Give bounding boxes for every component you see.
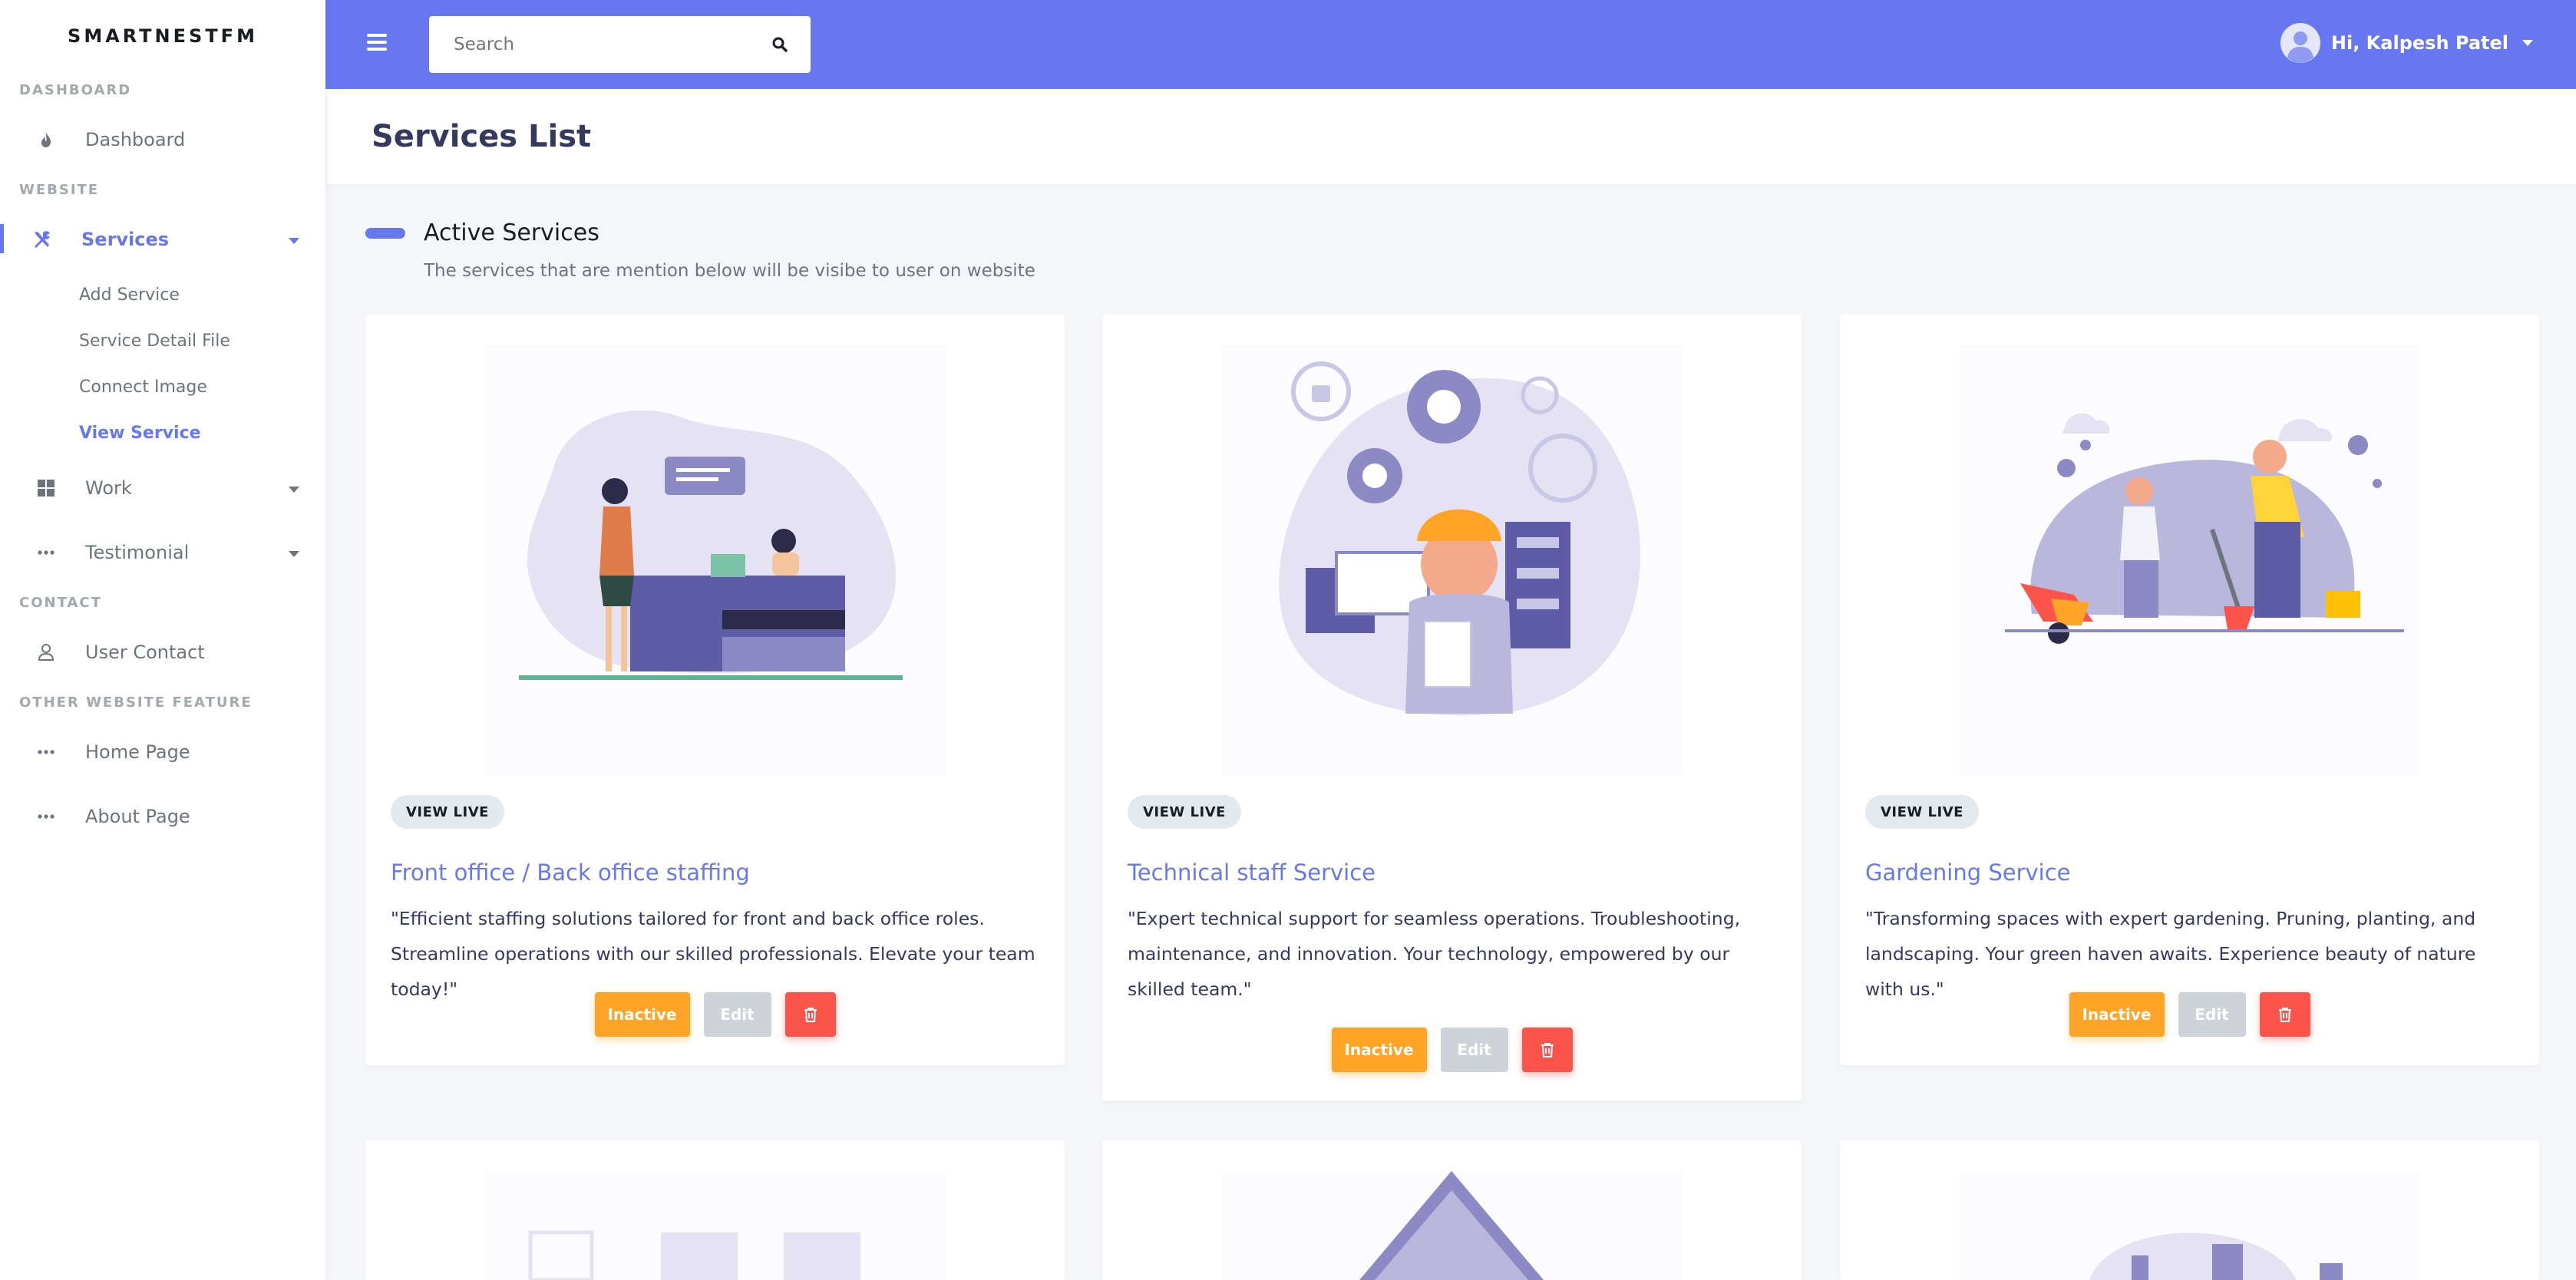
user-dropdown[interactable]: Hi, Kalpesh Patel [2280,23,2533,63]
chevron-down-icon [2522,40,2533,46]
trash-icon [804,1008,817,1022]
inactive-button[interactable]: Inactive [594,992,690,1037]
service-title[interactable]: Front office / Back office staffing [391,859,750,886]
sidebar-item-about-page[interactable]: About Page [0,784,325,849]
card-actions: Inactive Edit [365,992,1065,1037]
service-card [365,1140,1065,1280]
sidebar-item-services[interactable]: Services [0,207,325,272]
edit-button[interactable]: Edit [2178,992,2246,1037]
delete-button[interactable] [784,992,836,1037]
view-live-badge[interactable]: VIEW LIVE [1865,795,1979,829]
view-live-badge[interactable]: VIEW LIVE [391,795,504,829]
menu-header-other-feature: OTHER WEBSITE FEATURE [19,694,253,711]
brand-logo[interactable]: SMARTNESTFM [0,0,325,72]
page-title: Services List [372,119,592,154]
edit-button[interactable]: Edit [1440,1028,1508,1072]
service-image [484,1171,946,1280]
service-description: "Expert technical support for seamless o… [1128,908,1741,1000]
chevron-down-icon [289,238,299,244]
service-title[interactable]: Technical staff Service [1128,859,1376,886]
sidebar-item-label: Testimonial [85,542,190,563]
tools-icon [31,228,54,251]
service-image [1959,1171,2420,1280]
user-icon [35,641,58,664]
sidebar-item-label: Dashboard [85,129,186,150]
search-icon [772,37,788,52]
sidebar-item-user-contact[interactable]: User Contact [0,620,325,685]
sidebar-item-dashboard[interactable]: Dashboard [0,107,325,172]
sidebar-item-testimonial[interactable]: Testimonial [0,520,325,585]
submenu-add-service[interactable]: Add Service [79,272,325,318]
menu-header-dashboard: DASHBOARD [19,82,132,98]
service-card: VIEW LIVE Gardening Service "Transformin… [1840,315,2539,1065]
sidebar-item-label: Services [81,229,170,250]
service-image [1221,1171,1683,1280]
service-title[interactable]: Gardening Service [1865,859,2071,886]
service-description: "Efficient staffing solutions tailored f… [391,908,1035,1000]
search-button[interactable] [749,16,811,73]
delete-button[interactable] [1521,1028,1573,1072]
services-submenu: Add Service Service Detail File Connect … [0,272,325,456]
service-image [1221,345,1683,775]
sidebar-item-label: User Contact [85,642,205,663]
sidebar-item-work[interactable]: Work [0,456,325,520]
menu-header-website: WEBSITE [19,182,100,198]
service-card [1102,1140,1802,1280]
grid-icon [35,477,58,500]
inactive-button[interactable]: Inactive [1331,1028,1427,1072]
section-header: Services List [327,89,2576,184]
service-card: VIEW LIVE Technical staff Service "Exper… [1102,315,1802,1100]
fire-icon [35,128,58,151]
trash-icon [1541,1043,1554,1057]
section-title-bar [365,227,405,239]
service-card [1840,1140,2539,1280]
user-greeting: Hi, Kalpesh Patel [2330,32,2508,54]
service-description: "Transforming spaces with expert gardeni… [1865,908,2476,1000]
submenu-view-service[interactable]: View Service [79,410,325,456]
menu-icon[interactable] [367,34,387,51]
sidebar: SMARTNESTFM DASHBOARD Dashboard WEBSITE … [0,0,325,1280]
sidebar-item-label: Home Page [85,741,190,763]
service-card: VIEW LIVE Front office / Back office sta… [365,315,1065,1065]
submenu-service-detail-file[interactable]: Service Detail File [79,318,325,364]
service-image [1959,345,2420,775]
trash-icon [2278,1008,2291,1022]
section-title-text: Active Services [424,219,599,246]
card-actions: Inactive Edit [1102,1028,1802,1072]
chevron-down-icon [289,487,299,493]
search-input[interactable] [429,16,749,73]
avatar [2280,23,2320,63]
sidebar-item-home-page[interactable]: Home Page [0,720,325,784]
section-lead: The services that are mention below will… [424,261,1035,281]
sidebar-item-label: Work [85,477,132,499]
section-title: Active Services [365,219,599,246]
dots-icon [35,805,58,828]
chevron-down-icon [289,551,299,557]
dots-icon [35,741,58,764]
edit-button[interactable]: Edit [703,992,771,1037]
service-image [484,345,946,775]
card-actions: Inactive Edit [1840,992,2539,1037]
delete-button[interactable] [2259,992,2310,1037]
top-navbar: Hi, Kalpesh Patel [325,0,2576,89]
menu-header-contact: CONTACT [19,595,102,611]
inactive-button[interactable]: Inactive [2069,992,2165,1037]
dots-icon [35,541,58,564]
sidebar-item-label: About Page [85,806,190,827]
view-live-badge[interactable]: VIEW LIVE [1128,795,1241,829]
search-form [429,16,811,73]
submenu-connect-image[interactable]: Connect Image [79,364,325,410]
